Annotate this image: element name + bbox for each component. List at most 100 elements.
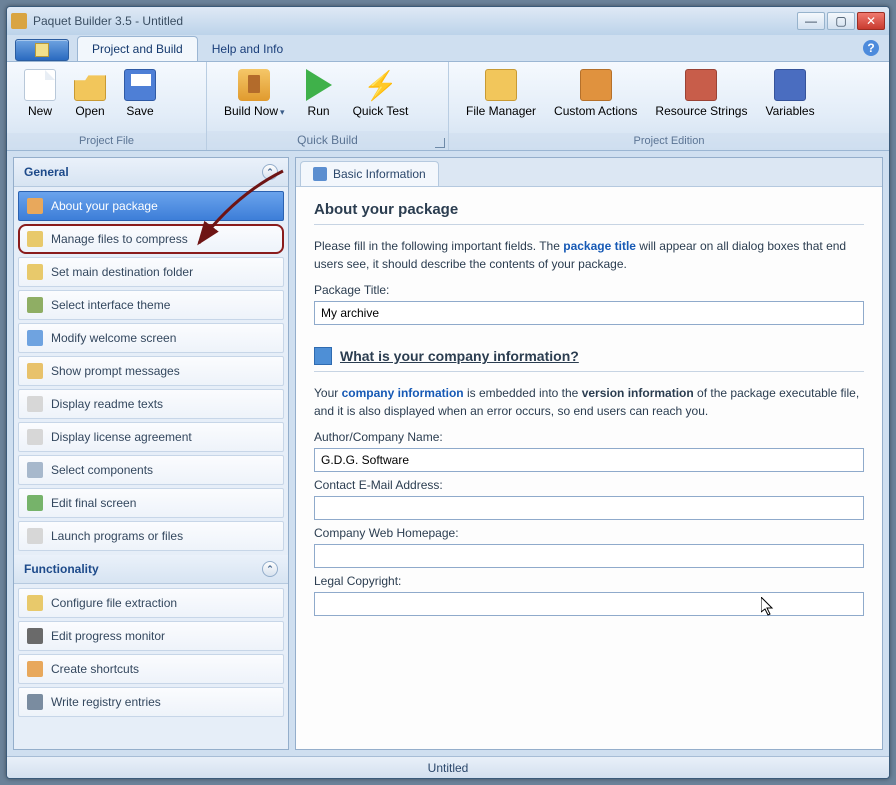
- sidebar-item-show-prompt-messages[interactable]: Show prompt messages: [18, 356, 284, 386]
- author-label: Author/Company Name:: [314, 430, 864, 444]
- run-button[interactable]: Run: [294, 66, 344, 121]
- group-label-projectfile: Project File: [7, 133, 206, 150]
- variables-icon: [774, 69, 806, 101]
- item-icon: [27, 462, 43, 478]
- quick-test-button[interactable]: ⚡Quick Test: [344, 66, 418, 121]
- file-manager-button[interactable]: File Manager: [457, 66, 545, 121]
- file-manager-icon: [485, 69, 517, 101]
- intro-text: Please fill in the following important f…: [314, 237, 864, 273]
- custom-actions-button[interactable]: Custom Actions: [545, 66, 646, 121]
- sidebar-item-label: Select interface theme: [51, 298, 170, 312]
- email-label: Contact E-Mail Address:: [314, 478, 864, 492]
- legal-label: Legal Copyright:: [314, 574, 864, 588]
- item-icon: [27, 330, 43, 346]
- ribbon: New Open Save Project File Build Now▾ Ru…: [7, 61, 889, 151]
- sidebar: General⌃ About your package Manage files …: [13, 157, 289, 750]
- save-button[interactable]: Save: [115, 66, 165, 121]
- collapse-icon[interactable]: ⌃: [262, 164, 278, 180]
- new-file-icon: [24, 69, 56, 101]
- company-info-link[interactable]: company information: [342, 386, 464, 400]
- sidebar-item-label: Launch programs or files: [51, 529, 183, 543]
- tab-basic-information[interactable]: Basic Information: [300, 161, 439, 186]
- variables-button[interactable]: Variables: [756, 66, 823, 121]
- item-icon: [27, 363, 43, 379]
- sidebar-item-manage-files-to-compress[interactable]: Manage files to compress: [18, 224, 284, 254]
- package-title-label: Package Title:: [314, 283, 864, 297]
- building-icon: [314, 347, 332, 365]
- tab-help-info[interactable]: Help and Info: [198, 37, 297, 61]
- divider: [314, 371, 864, 372]
- sidebar-item-display-readme-texts[interactable]: Display readme texts: [18, 389, 284, 419]
- sidebar-item-edit-progress-monitor[interactable]: Edit progress monitor: [18, 621, 284, 651]
- tab-project-build[interactable]: Project and Build: [77, 36, 198, 61]
- group-label-quickbuild: Quick Build: [207, 131, 448, 150]
- lightning-icon: ⚡: [364, 69, 396, 101]
- item-icon: [27, 661, 43, 677]
- legal-input[interactable]: [314, 592, 864, 616]
- open-button[interactable]: Open: [65, 66, 115, 121]
- email-input[interactable]: [314, 496, 864, 520]
- cursor-icon: [761, 597, 775, 617]
- sidebar-item-label: Display license agreement: [51, 430, 192, 444]
- app-menu-icon: [35, 43, 49, 57]
- play-icon: [303, 69, 335, 101]
- sidebar-item-label: Configure file extraction: [51, 596, 177, 610]
- item-icon: [27, 495, 43, 511]
- build-icon: [238, 69, 270, 101]
- sidebar-item-display-license-agreement[interactable]: Display license agreement: [18, 422, 284, 452]
- app-menu-button[interactable]: [15, 39, 69, 61]
- sidebar-item-label: Create shortcuts: [51, 662, 139, 676]
- sidebar-item-write-registry-entries[interactable]: Write registry entries: [18, 687, 284, 717]
- sidebar-item-modify-welcome-screen[interactable]: Modify welcome screen: [18, 323, 284, 353]
- item-icon: [27, 264, 43, 280]
- save-icon: [124, 69, 156, 101]
- maximize-button[interactable]: ▢: [827, 12, 855, 30]
- chevron-down-icon: ▾: [280, 107, 285, 117]
- item-icon: [27, 694, 43, 710]
- sidebar-item-label: Show prompt messages: [51, 364, 180, 378]
- resource-strings-icon: [685, 69, 717, 101]
- app-icon: [11, 13, 27, 29]
- sidebar-item-about-your-package[interactable]: About your package: [18, 191, 284, 221]
- item-icon: [27, 528, 43, 544]
- sidebar-item-configure-file-extraction[interactable]: Configure file extraction: [18, 588, 284, 618]
- minimize-button[interactable]: —: [797, 12, 825, 30]
- resource-strings-button[interactable]: Resource Strings: [646, 66, 756, 121]
- help-icon[interactable]: ?: [863, 40, 879, 56]
- package-title-input[interactable]: [314, 301, 864, 325]
- sidebar-item-select-components[interactable]: Select components: [18, 455, 284, 485]
- build-now-button[interactable]: Build Now▾: [215, 66, 294, 121]
- sidebar-header-general[interactable]: General⌃: [14, 158, 288, 187]
- web-label: Company Web Homepage:: [314, 526, 864, 540]
- app-window: Paquet Builder 3.5 - Untitled — ▢ ✕ Proj…: [6, 6, 890, 779]
- package-title-link[interactable]: package title: [563, 239, 636, 253]
- divider: [314, 224, 864, 225]
- sidebar-header-functionality[interactable]: Functionality⌃: [14, 555, 288, 584]
- sidebar-item-launch-programs-or-files[interactable]: Launch programs or files: [18, 521, 284, 551]
- item-icon: [27, 595, 43, 611]
- close-button[interactable]: ✕: [857, 12, 885, 30]
- sidebar-item-set-main-destination-folder[interactable]: Set main destination folder: [18, 257, 284, 287]
- sidebar-item-label: Edit progress monitor: [51, 629, 165, 643]
- statusbar: Untitled: [7, 756, 889, 778]
- page-title: About your package: [314, 201, 864, 218]
- item-icon: [27, 231, 43, 247]
- sidebar-item-label: Select components: [51, 463, 153, 477]
- sidebar-item-create-shortcuts[interactable]: Create shortcuts: [18, 654, 284, 684]
- item-icon: [27, 297, 43, 313]
- window-title: Paquet Builder 3.5 - Untitled: [33, 14, 797, 28]
- dialog-launcher-icon[interactable]: [435, 138, 445, 148]
- collapse-icon[interactable]: ⌃: [262, 561, 278, 577]
- new-button[interactable]: New: [15, 66, 65, 121]
- sidebar-item-label: Manage files to compress: [51, 232, 188, 246]
- sidebar-item-select-interface-theme[interactable]: Select interface theme: [18, 290, 284, 320]
- sidebar-item-label: Write registry entries: [51, 695, 161, 709]
- sidebar-item-label: About your package: [51, 199, 158, 213]
- web-input[interactable]: [314, 544, 864, 568]
- sidebar-item-edit-final-screen[interactable]: Edit final screen: [18, 488, 284, 518]
- content-area: Basic Information About your package Ple…: [295, 157, 883, 750]
- company-desc: Your company information is embedded int…: [314, 384, 864, 420]
- author-input[interactable]: [314, 448, 864, 472]
- sidebar-item-label: Display readme texts: [51, 397, 163, 411]
- sidebar-item-label: Edit final screen: [51, 496, 136, 510]
